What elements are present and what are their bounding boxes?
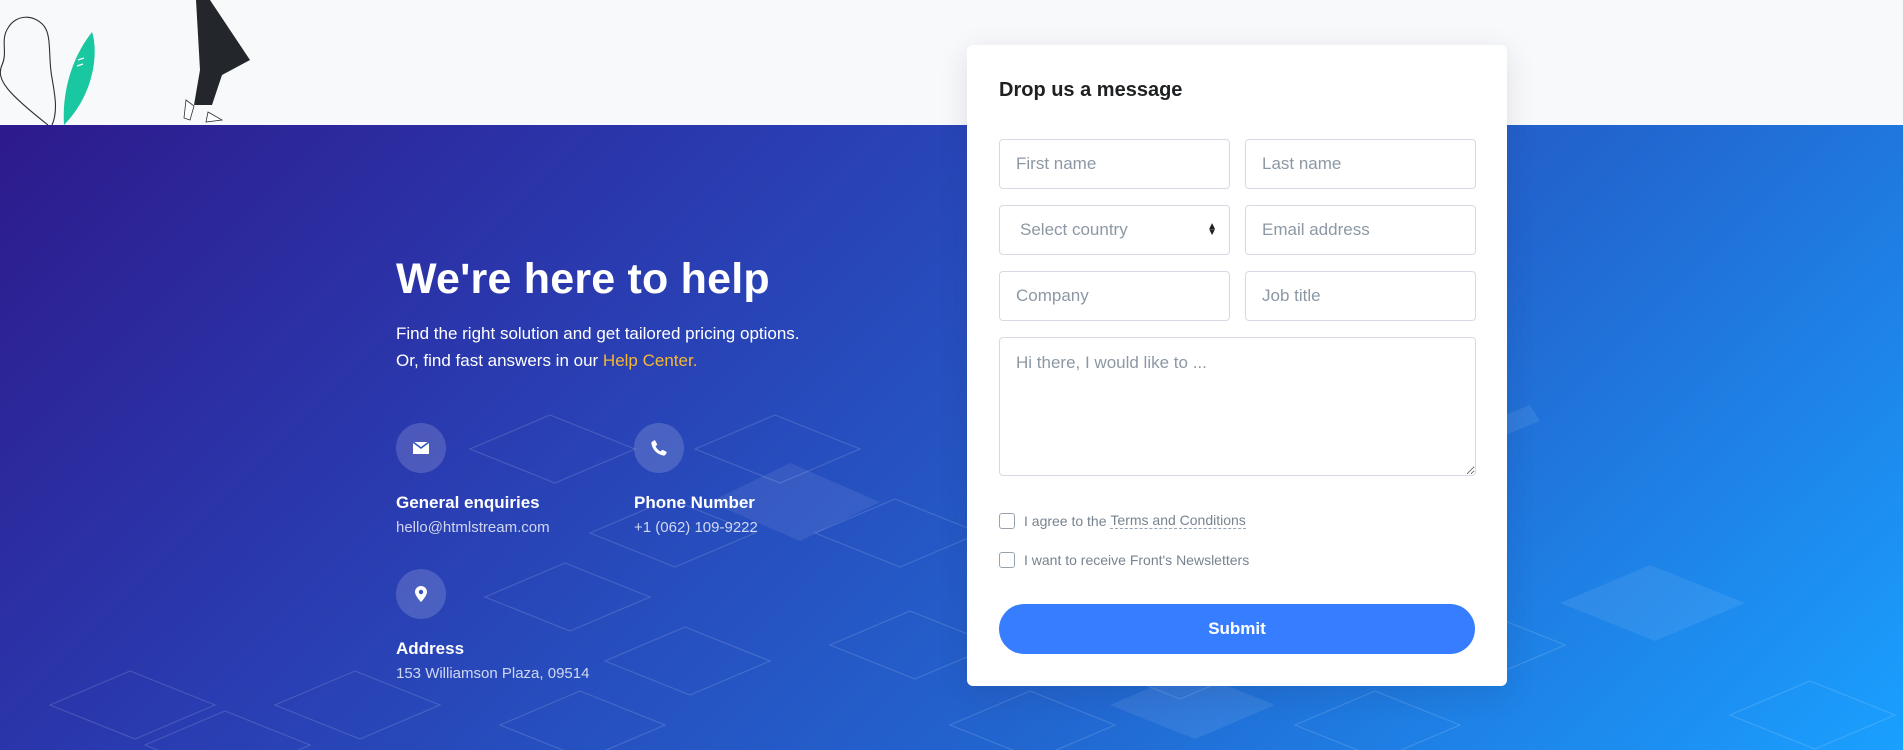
contact-title: Address	[396, 639, 465, 658]
contact-value[interactable]: +1 (062) 109-9222	[634, 519, 758, 536]
country-select-value: Select country	[1020, 220, 1128, 239]
email-input[interactable]	[1245, 205, 1476, 255]
contact-general-enquiries: General enquiries hello@htmlstream.com	[396, 423, 550, 536]
company-input[interactable]	[999, 271, 1230, 321]
contact-address: Address 153 Williamson Plaza, 09514	[396, 569, 589, 682]
contact-title: Phone Number	[634, 493, 755, 512]
decorative-illustration	[0, 0, 250, 125]
terms-label: I agree to the	[1024, 512, 1111, 529]
newsletter-checkbox-row: I want to receive Front's Newsletters	[999, 552, 1249, 568]
contact-form-card: Drop us a message Select country ▲▼ I ag…	[967, 45, 1507, 686]
terms-checkbox[interactable]	[999, 512, 1015, 529]
select-caret-icon: ▲ ▼	[1207, 221, 1217, 238]
subtitle-line-2: Or, find fast answers in our Help Center…	[396, 347, 800, 374]
job-title-input[interactable]	[1245, 271, 1476, 321]
country-select[interactable]: Select country ▲ ▼	[999, 205, 1230, 255]
page-title: We're here to help	[396, 255, 770, 303]
help-center-link[interactable]: Help Center.	[603, 351, 698, 370]
terms-link[interactable]: Terms and Conditions	[1110, 512, 1246, 529]
subtitle-line-2-text: Or, find fast answers in our	[396, 351, 603, 370]
contact-value: 153 Williamson Plaza, 09514	[396, 665, 590, 682]
background-pattern	[48, 405, 1897, 750]
submit-button[interactable]: Submit	[999, 604, 1475, 654]
newsletter-label: I want to receive Front's Newsletters	[1024, 552, 1250, 568]
contact-value[interactable]: hello@htmlstream.com	[396, 519, 550, 536]
contact-phone: Phone Number +1 (062) 109-9222	[634, 423, 758, 536]
contact-title: General enquiries	[396, 493, 540, 512]
subtitle-line-1: Find the right solution and get tailored…	[396, 324, 800, 343]
phone-icon	[634, 423, 684, 473]
hero-section: We're here to help Find the right soluti…	[0, 125, 1903, 750]
message-textarea[interactable]	[999, 337, 1476, 476]
map-marker-icon	[396, 569, 446, 619]
last-name-input[interactable]	[1245, 139, 1476, 189]
envelope-icon	[396, 423, 446, 473]
first-name-input[interactable]	[999, 139, 1230, 189]
form-heading: Drop us a message	[999, 79, 1183, 101]
hero-subtitle: Find the right solution and get tailored…	[396, 320, 800, 374]
terms-checkbox-row: I agree to the Terms and Conditions	[999, 512, 1246, 529]
newsletter-checkbox[interactable]	[999, 552, 1015, 568]
